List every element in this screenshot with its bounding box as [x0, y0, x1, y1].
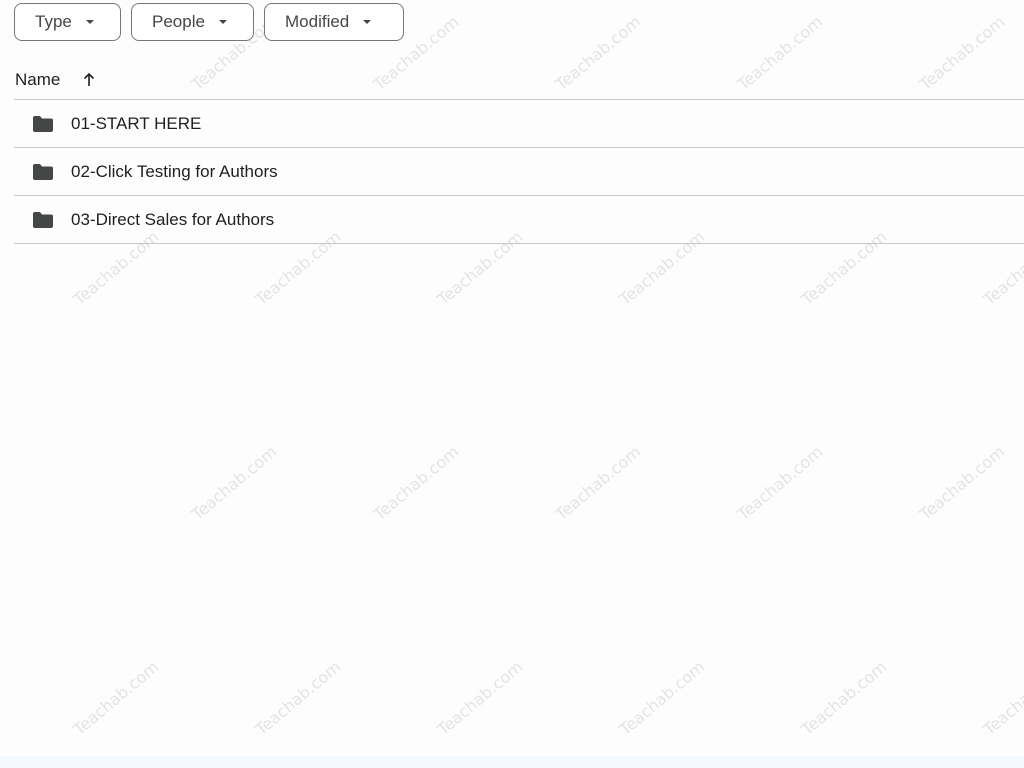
watermark-text: Teachab.com: [733, 442, 827, 524]
watermark-text: Teachab.com: [433, 657, 527, 739]
chevron-down-icon: [363, 20, 372, 24]
people-filter-label: People: [152, 12, 205, 31]
name-column-label: Name: [15, 69, 61, 89]
type-filter-label: Type: [35, 12, 72, 31]
folder-icon: [32, 211, 54, 229]
filter-bar: Type People Modified: [14, 3, 404, 41]
list-header: Name: [14, 60, 1024, 100]
watermark-text: Teachab.com: [251, 657, 345, 739]
type-filter-chip[interactable]: Type: [14, 3, 121, 41]
watermark-text: Teachab.com: [69, 657, 163, 739]
watermark-text: Teachab.com: [615, 657, 709, 739]
modified-filter-chip[interactable]: Modified: [264, 3, 404, 41]
watermark-text: Teachab.com: [187, 442, 281, 524]
list-item[interactable]: 02-Click Testing for Authors: [14, 148, 1024, 196]
list-item[interactable]: 01-START HERE: [14, 100, 1024, 148]
watermark-text: Teachab.com: [369, 442, 463, 524]
folder-icon: [32, 115, 54, 133]
list-item-label: 03-Direct Sales for Authors: [71, 209, 275, 229]
folder-icon: [32, 163, 54, 181]
name-column-header[interactable]: Name: [14, 60, 96, 99]
drive-file-list-page: Teachab.com Teachab.com Teachab.com Teachab…: [0, 0, 1024, 768]
list-item[interactable]: 03-Direct Sales for Authors: [14, 196, 1024, 244]
arrow-up-icon[interactable]: [82, 72, 96, 88]
watermark-text: Teachab.com: [551, 442, 645, 524]
watermark-text: Teachab.com: [797, 657, 891, 739]
list-item-label: 01-START HERE: [71, 113, 202, 133]
list-item-label: 02-Click Testing for Authors: [71, 161, 278, 181]
watermark-text: Teachab.com: [979, 657, 1024, 739]
people-filter-chip[interactable]: People: [131, 3, 254, 41]
modified-filter-label: Modified: [285, 12, 350, 31]
bottom-strip: [0, 756, 1024, 768]
file-list: 01-START HERE 02-Click Testing for Autho…: [14, 100, 1024, 244]
chevron-down-icon: [85, 20, 94, 24]
chevron-down-icon: [218, 20, 227, 24]
watermark-text: Teachab.com: [915, 442, 1009, 524]
